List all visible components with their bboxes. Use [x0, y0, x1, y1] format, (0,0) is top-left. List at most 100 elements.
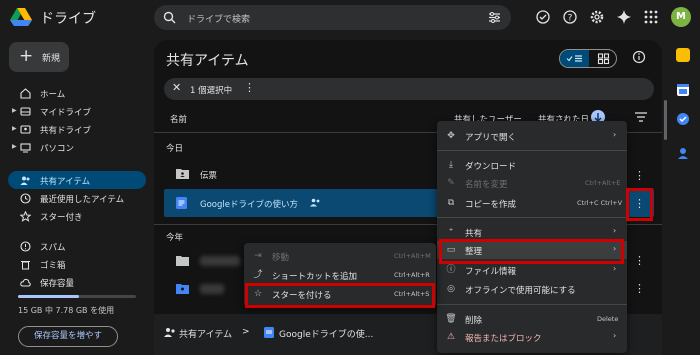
view-toggle[interactable]: [559, 49, 617, 68]
expand-arrow-icon[interactable]: ▶: [12, 143, 17, 150]
drive-logo[interactable]: [10, 8, 32, 26]
scrollbar-thumb[interactable]: [664, 100, 667, 140]
spam-icon: [20, 241, 31, 252]
grid-view-button[interactable]: [589, 50, 616, 67]
sort-options-icon[interactable]: [634, 111, 648, 123]
tasks-icon[interactable]: [676, 112, 690, 126]
chevron-right-icon: ›: [613, 331, 617, 340]
more-vert-icon[interactable]: ⋮: [634, 254, 645, 267]
sidebar-item-label: ホーム: [40, 90, 66, 100]
close-icon[interactable]: ✕: [172, 81, 181, 94]
file-name: Googleドライブの使い方: [200, 200, 298, 210]
person-add-icon: ⁺: [448, 227, 454, 237]
menu-item-label: 報告またはブロック: [465, 334, 542, 344]
menu-item-label: アプリで開く: [465, 133, 517, 143]
file-name: 伝票: [200, 171, 218, 181]
sidebar-item-home[interactable]: ホーム: [8, 84, 146, 102]
gemini-sparkle-icon[interactable]: [616, 9, 632, 25]
menu-item-download[interactable]: ⤓ ダウンロード: [437, 156, 627, 174]
menu-item-delete[interactable]: 🗑 削除 Delete: [437, 310, 627, 328]
blurred-file-name: [200, 256, 240, 266]
calendar-icon[interactable]: [676, 83, 690, 97]
sidebar-item-shared-drives[interactable]: ▶ 共有ドライブ: [8, 120, 146, 138]
selection-bar: ✕ 1 個選択中 ⋮: [164, 78, 654, 100]
menu-item-label: コピーを作成: [465, 200, 517, 210]
new-button-label: 新規: [42, 54, 61, 64]
sidebar-item-storage[interactable]: 保存容量: [8, 273, 146, 291]
shared-people-icon: [310, 198, 321, 207]
sidebar-item-shared-with-me[interactable]: 共有アイテム: [8, 171, 146, 189]
home-icon: [20, 88, 31, 99]
sidebar-item-computers[interactable]: ▶ パソコン: [8, 138, 146, 156]
menu-item-label: 削除: [465, 316, 483, 326]
sidebar-item-label: スター付き: [40, 213, 83, 223]
list-view-button[interactable]: [560, 50, 589, 67]
help-icon[interactable]: ?: [562, 9, 578, 25]
folder-icon: [176, 255, 189, 266]
sidebar-item-label: 共有ドライブ: [40, 126, 92, 136]
menu-separator: [437, 304, 627, 305]
menu-item-rename[interactable]: ✎ 名前を変更 Ctrl+Alt+E: [437, 174, 627, 192]
context-menu: ✥ アプリで開く › ⤓ ダウンロード ✎ 名前を変更 Ctrl+Alt+E ⧉…: [437, 121, 627, 353]
menu-item-make-copy[interactable]: ⧉ コピーを作成 Ctrl+C Ctrl+V: [437, 194, 627, 212]
menu-item-open-with[interactable]: ✥ アプリで開く ›: [437, 127, 627, 145]
cloud-icon: [20, 277, 31, 288]
sidebar-item-spam[interactable]: スパム: [8, 237, 146, 255]
download-icon: ⤓: [449, 160, 453, 170]
menu-item-report-block[interactable]: ⚠ 報告またはブロック ›: [437, 328, 627, 346]
expand-arrow-icon[interactable]: ▶: [12, 107, 17, 114]
menu-item-label: 共有: [465, 229, 483, 239]
column-header-name[interactable]: 名前: [170, 113, 187, 125]
shared-drive-icon: [20, 124, 31, 135]
more-vert-icon[interactable]: ⋮: [634, 169, 645, 182]
menu-item-shortcut: Ctrl+Alt+M: [394, 252, 431, 260]
sidebar-item-trash[interactable]: ゴミ箱: [8, 255, 146, 273]
sidebar-item-label: 保存容量: [40, 279, 75, 289]
account-avatar[interactable]: M: [671, 7, 691, 27]
sidebar-item-label: ゴミ箱: [40, 261, 66, 271]
settings-gear-icon[interactable]: [589, 9, 605, 25]
sidebar-item-my-drive[interactable]: ▶ マイドライブ: [8, 102, 146, 120]
move-folder-icon: ⇥: [254, 251, 262, 261]
sidebar-item-label: マイドライブ: [40, 108, 92, 118]
people-icon: [20, 175, 31, 186]
chevron-right-icon: ›: [613, 264, 617, 273]
search-options-icon[interactable]: [488, 11, 501, 24]
more-vert-icon[interactable]: ⋮: [634, 282, 645, 295]
storage-bar-fill: [18, 295, 80, 298]
sidebar-item-recent[interactable]: 最近使用したアイテム: [8, 189, 146, 207]
keep-icon[interactable]: [676, 48, 690, 62]
search-icon[interactable]: [163, 11, 176, 24]
sidebar-item-label: パソコン: [40, 144, 75, 154]
trash-icon: [20, 259, 31, 270]
menu-item-shortcut: Delete: [597, 315, 619, 323]
get-more-storage-button[interactable]: 保存容量を増やす: [18, 326, 118, 347]
expand-arrow-icon[interactable]: ▶: [12, 125, 17, 132]
menu-item-add-shortcut[interactable]: ⤴ ショートカットを追加 Ctrl+Alt+R: [244, 266, 436, 284]
trash-icon: 🗑: [445, 314, 457, 324]
highlight-box-add-star: [245, 283, 435, 308]
breadcrumb-current[interactable]: Googleドライブの使...: [279, 327, 373, 340]
breadcrumb-root[interactable]: 共有アイテム: [179, 327, 232, 340]
info-icon[interactable]: [632, 50, 646, 64]
menu-separator: [437, 150, 627, 151]
new-button[interactable]: + 新規: [9, 42, 69, 72]
pencil-icon: ✎: [447, 178, 455, 188]
sidebar-item-label: 共有アイテム: [40, 177, 91, 187]
menu-item-move[interactable]: ⇥ 移動 Ctrl+Alt+M: [244, 247, 436, 265]
menu-item-make-offline[interactable]: ◎ オフラインで使用可能にする: [437, 280, 627, 298]
highlight-box-more-button: [626, 188, 653, 221]
search-input[interactable]: ドライブで検索: [187, 12, 250, 25]
sidebar-item-starred[interactable]: スター付き: [8, 207, 146, 225]
google-docs-icon: [176, 197, 187, 209]
more-vert-icon[interactable]: ⋮: [244, 81, 255, 94]
contacts-icon[interactable]: [676, 146, 690, 160]
menu-item-shortcut: Ctrl+Alt+R: [394, 271, 430, 279]
section-label-this-year: 今年: [166, 233, 184, 243]
apps-grid-icon[interactable]: [643, 9, 659, 25]
storage-usage-text: 15 GB 中 7.78 GB を使用: [18, 306, 115, 315]
ready-offline-icon[interactable]: [535, 9, 551, 25]
google-docs-icon: [264, 327, 274, 338]
menu-item-label: 名前を変更: [465, 180, 508, 190]
search-bar[interactable]: ドライブで検索: [154, 5, 511, 30]
